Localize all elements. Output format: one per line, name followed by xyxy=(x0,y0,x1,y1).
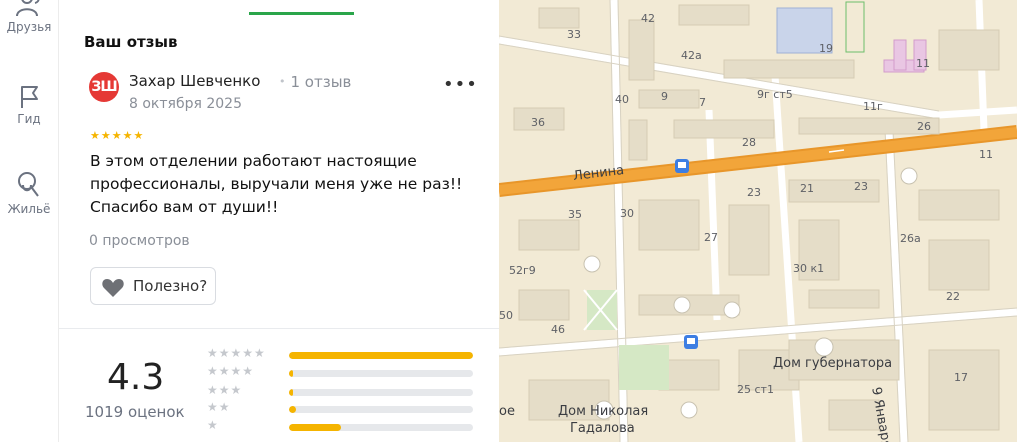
map-label: 52г9 xyxy=(509,264,536,277)
sidebar-item-friends[interactable]: Друзья xyxy=(0,0,58,34)
flag-icon xyxy=(0,84,58,110)
useful-label: Полезно? xyxy=(133,277,208,295)
avatar[interactable]: ЗШ xyxy=(89,72,119,102)
author-review-count: 1 отзыв xyxy=(279,73,352,91)
bus-stop-icon xyxy=(684,335,698,349)
map-label: 30 xyxy=(620,207,634,220)
map-label: 40 xyxy=(615,93,629,106)
sidebar-item-label: Гид xyxy=(17,112,41,126)
housing-icon xyxy=(0,170,58,200)
rating-row-bar xyxy=(289,389,473,396)
friends-icon xyxy=(0,0,58,18)
rating-row-bar xyxy=(289,370,473,377)
map-label: 35 xyxy=(568,208,582,221)
map-label: 19 xyxy=(819,42,833,55)
rating-row-stars: ★★★ xyxy=(207,383,243,397)
map-label: 46 xyxy=(551,323,565,336)
divider xyxy=(59,328,499,329)
rating-row-fill xyxy=(289,370,293,377)
map-label-dom-gubernatora: Дом губернатора xyxy=(773,356,893,371)
left-rail: Друзья Гид Жильё xyxy=(0,0,59,442)
useful-button[interactable]: Полезно? xyxy=(90,267,216,305)
review-date: 8 октября 2025 xyxy=(129,96,242,112)
map-label: 42 xyxy=(641,12,655,25)
rating-row-stars: ★ xyxy=(207,418,219,432)
rating-score: 4.3 xyxy=(107,357,165,398)
map-label-dom-gadalova: Дом Николая xyxy=(558,404,649,419)
more-options-button[interactable]: ••• xyxy=(443,76,477,98)
map-label: 23 xyxy=(854,180,868,193)
author-name[interactable]: Захар Шевченко xyxy=(129,72,260,90)
views-count: 0 просмотров xyxy=(89,233,190,249)
map-label: 30 к1 xyxy=(793,262,825,275)
active-tab-indicator xyxy=(249,12,354,15)
map-label: 26 xyxy=(917,120,931,133)
map-label: 42а xyxy=(681,49,702,62)
heart-icon xyxy=(102,279,124,297)
map-label: 50 xyxy=(499,309,513,322)
map-label: 23 xyxy=(747,186,761,199)
map-label: 27 xyxy=(704,231,718,244)
map-label: 26а xyxy=(900,232,921,245)
map-label: 11 xyxy=(979,148,993,161)
map-label: 21 xyxy=(800,182,814,195)
section-title: Ваш отзыв xyxy=(84,33,178,51)
review-text: В этом отделении работают настоящие проф… xyxy=(90,152,463,216)
rating-row-stars: ★★★★★ xyxy=(207,346,266,360)
rating-row-stars: ★★ xyxy=(207,400,231,414)
sidebar-item-guide[interactable]: Гид xyxy=(0,84,58,126)
map-label: 25 ст1 xyxy=(737,383,774,396)
map-label: 28 xyxy=(742,136,756,149)
rating-row-fill xyxy=(289,424,341,431)
sidebar-item-label: Жильё xyxy=(7,202,51,216)
bus-stop-icon xyxy=(675,159,689,173)
map-view[interactable]: 42 33 19 11 42а 40 9 7 9г ст5 11г 36 26 … xyxy=(499,0,1017,442)
map-label: 17 xyxy=(954,371,968,384)
rating-count: 1019 оценок xyxy=(85,403,185,421)
map-label-dom-gadalova: Гадалова xyxy=(570,421,635,436)
sidebar-item-label: Друзья xyxy=(6,20,52,34)
rating-row-bar xyxy=(289,424,473,431)
rating-row-fill xyxy=(289,406,297,413)
map-label: 9 xyxy=(661,90,668,103)
review-panel: Ваш отзыв ЗШ Захар Шевченко 1 отзыв 8 ок… xyxy=(59,0,499,442)
rating-row-stars: ★★★★ xyxy=(207,364,255,378)
rating-row-bar xyxy=(289,352,473,359)
rating-row-bar xyxy=(289,406,473,413)
map-label: 11 xyxy=(916,57,930,70)
map-label: 9г ст5 xyxy=(757,88,793,101)
map-label: 36 xyxy=(531,116,545,129)
map-label: 7 xyxy=(699,96,706,109)
rating-row-fill xyxy=(289,389,293,396)
map-label: 22 xyxy=(946,290,960,303)
map-label: 11г xyxy=(863,100,883,113)
map-canvas xyxy=(499,0,1017,442)
map-label: 33 xyxy=(567,28,581,41)
rating-row-fill xyxy=(289,352,473,359)
review-stars: ★★★★★ xyxy=(90,129,145,142)
sidebar-item-housing[interactable]: Жильё xyxy=(0,170,58,216)
map-label: ое xyxy=(499,404,515,419)
